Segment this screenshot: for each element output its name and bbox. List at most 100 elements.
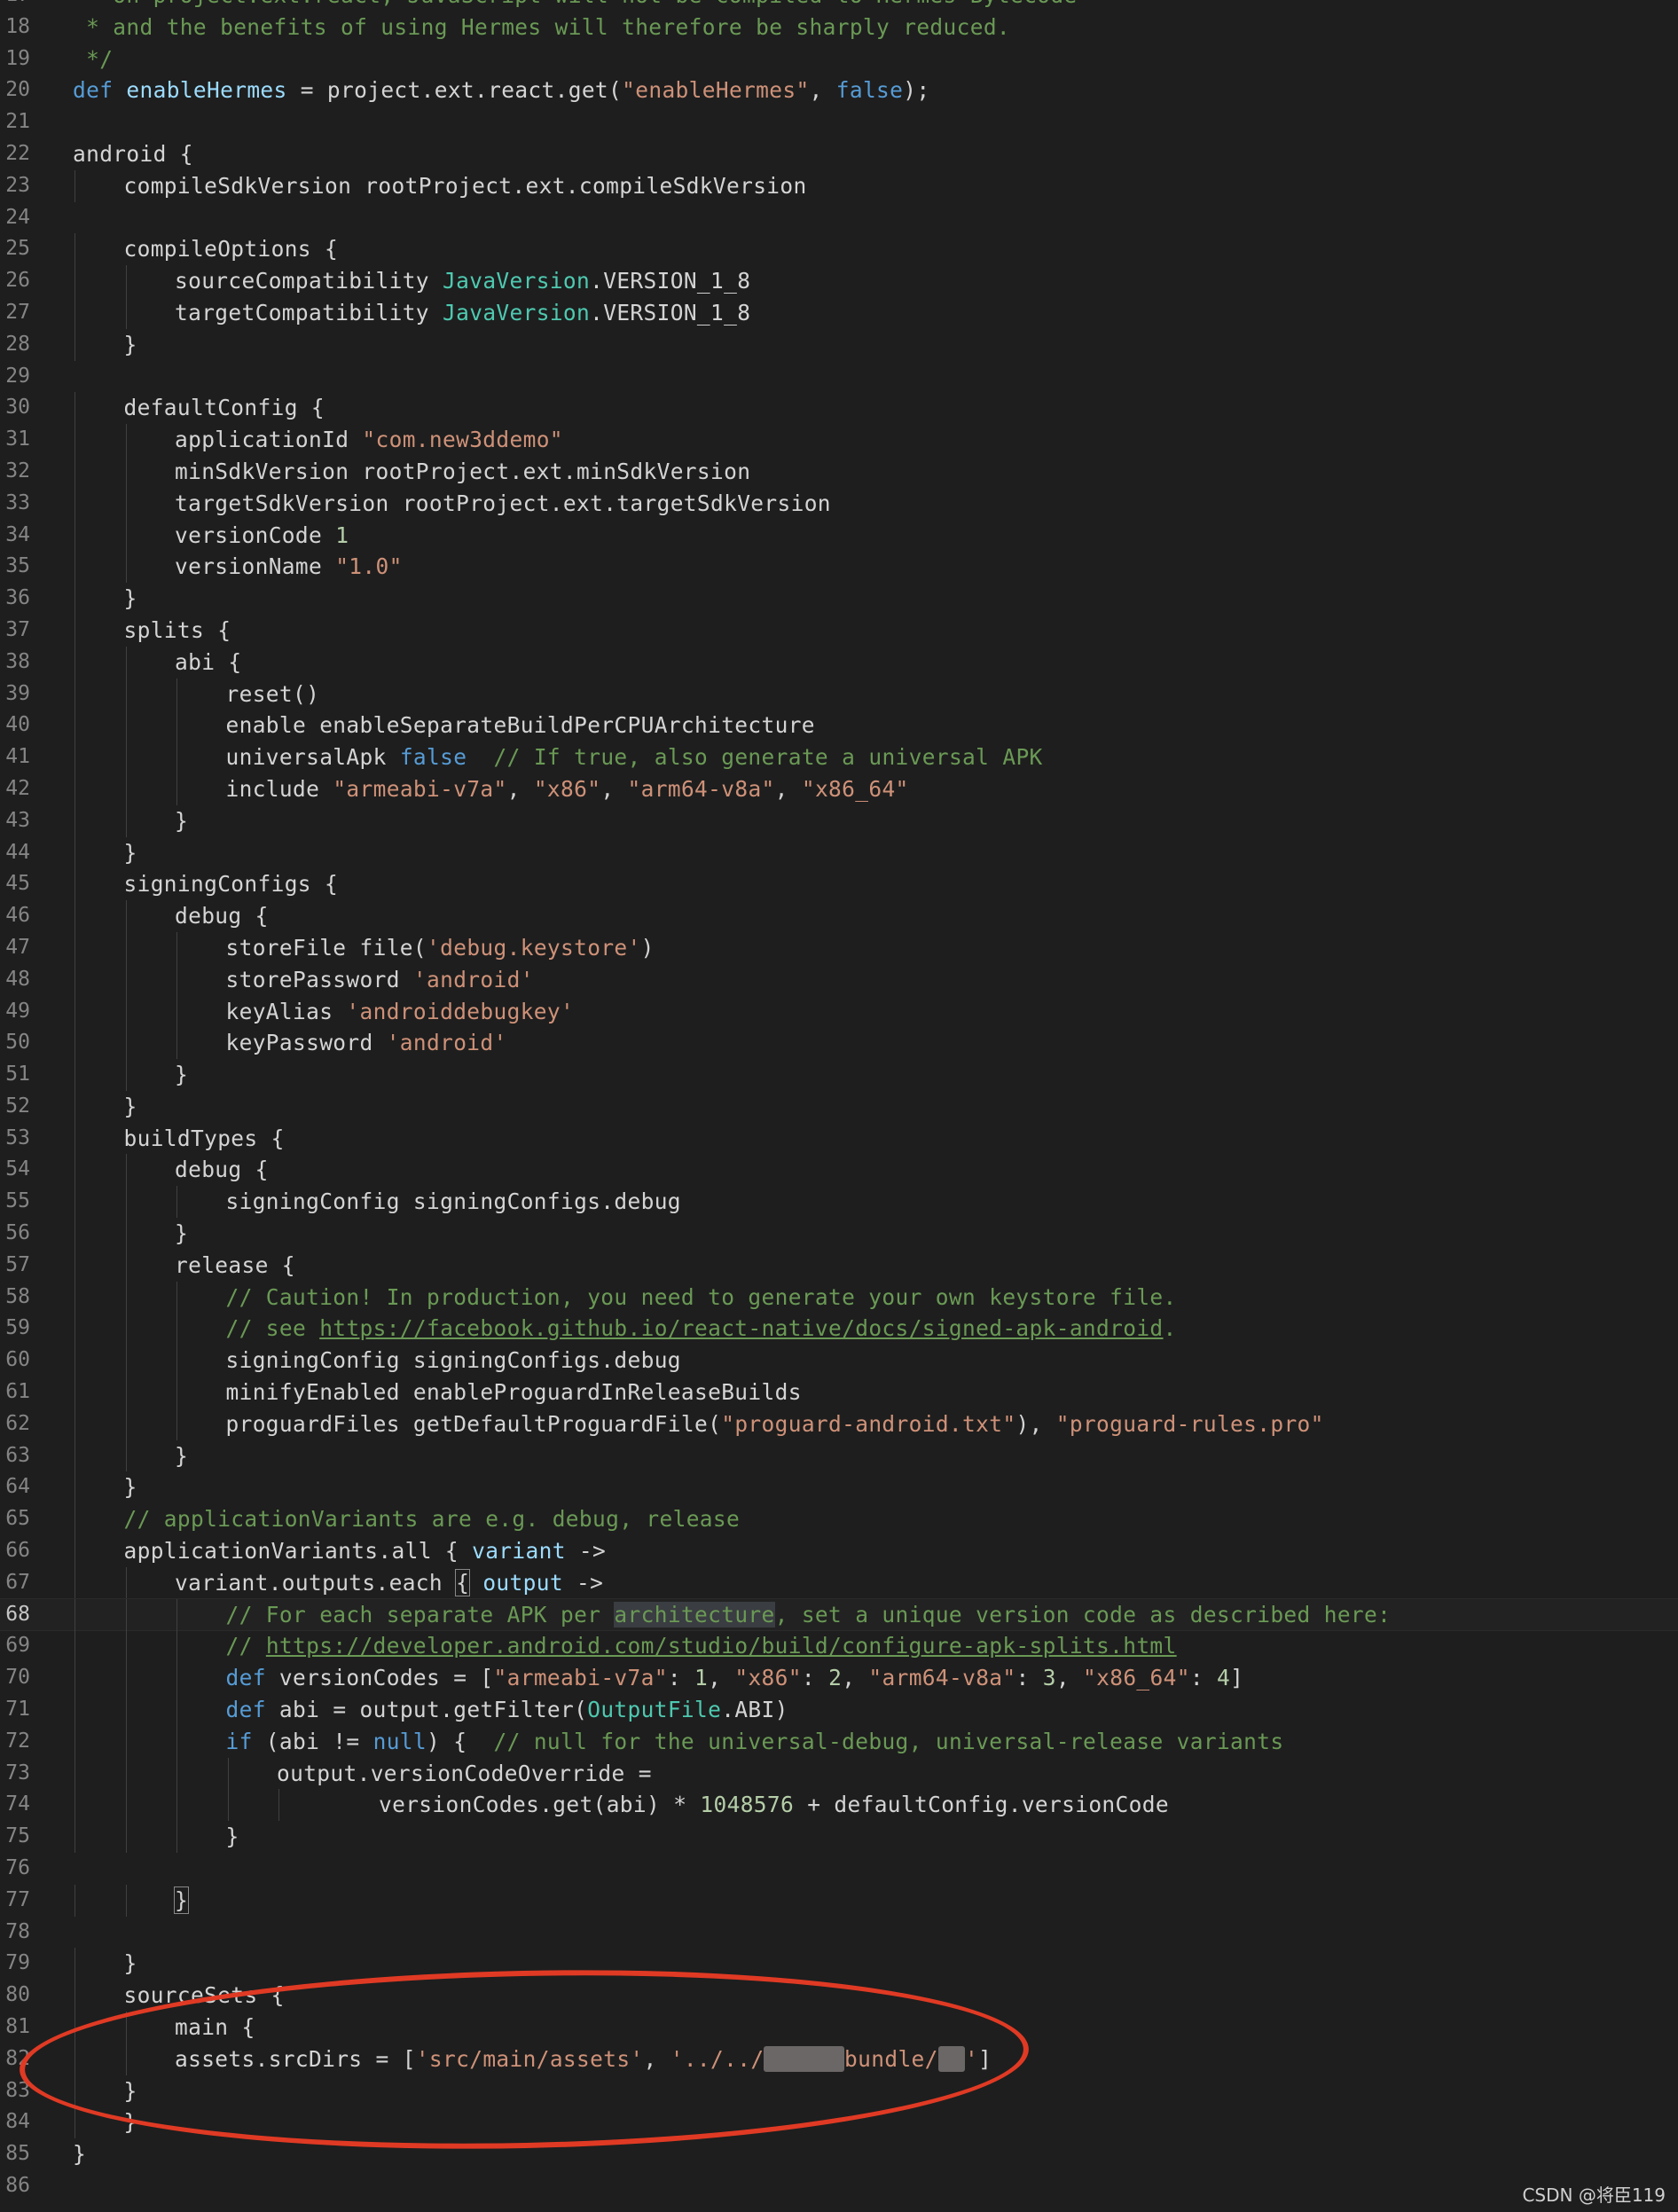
line-number: 70 bbox=[5, 1666, 30, 1690]
code-line[interactable]: 48 storePassword 'android' bbox=[0, 963, 1678, 996]
line-number: 51 bbox=[5, 1063, 30, 1086]
code-line[interactable]: 42 include "armeabi-v7a", "x86", "arm64-v… bbox=[0, 773, 1678, 805]
code-line[interactable]: 44} bbox=[0, 836, 1678, 869]
code-line[interactable]: 86 bbox=[0, 2170, 1678, 2202]
indent-guide bbox=[125, 424, 127, 456]
code-line[interactable]: 81 main { bbox=[0, 2012, 1678, 2043]
code-line[interactable]: 61 minifyEnabled enableProguardInReleaseB… bbox=[0, 1377, 1678, 1408]
code-line[interactable]: 52} bbox=[0, 1090, 1678, 1123]
code-line[interactable]: 73 output.versionCodeOverride = bbox=[0, 1757, 1678, 1790]
code-line[interactable]: 23 compileSdkVersion rootProject.ext.comp… bbox=[0, 169, 1678, 202]
code-token: , bbox=[506, 775, 534, 802]
code-line[interactable]: 65 // applicationVariants are e.g. debug,… bbox=[0, 1503, 1678, 1536]
code-token: https://developer.android.com/studio/bui… bbox=[265, 1633, 1177, 1659]
code-line[interactable]: 64} bbox=[0, 1471, 1678, 1504]
code-line[interactable]: 26 sourceCompatibility JavaVersion.VERSIO… bbox=[0, 265, 1678, 297]
code-line[interactable]: 39 reset() bbox=[0, 678, 1678, 710]
code-line[interactable]: 43} bbox=[0, 804, 1678, 837]
code-line[interactable]: 77} bbox=[0, 1884, 1678, 1917]
code-line[interactable]: 85} bbox=[0, 2138, 1678, 2170]
code-line[interactable]: 75} bbox=[0, 1821, 1678, 1854]
code-line[interactable]: 68 // For each separate APK per architect… bbox=[0, 1597, 1678, 1632]
code-line[interactable]: 17 * on project.ext.react, JavaScript wi… bbox=[0, 0, 1678, 12]
line-number: 38 bbox=[5, 649, 30, 673]
code-line[interactable]: 70 def versionCodes = ["armeabi-v7a": 1, … bbox=[0, 1662, 1678, 1695]
code-token: */ bbox=[73, 45, 114, 72]
code-line[interactable]: 63} bbox=[0, 1439, 1678, 1472]
code-line[interactable]: 25 compileOptions { bbox=[0, 233, 1678, 266]
code-line[interactable]: 28} bbox=[0, 328, 1678, 361]
code-line[interactable]: 49 keyAlias 'androiddebugkey' bbox=[0, 995, 1678, 1028]
code-line[interactable]: 66 applicationVariants.all { variant -> bbox=[0, 1535, 1678, 1567]
code-token: splits { bbox=[123, 616, 231, 643]
code-line[interactable]: 83} bbox=[0, 2075, 1678, 2107]
code-line[interactable]: 36} bbox=[0, 583, 1678, 615]
code-editor[interactable]: 17 * on project.ext.react, JavaScript wi… bbox=[0, 0, 1678, 2202]
code-line[interactable]: 62 proguardFiles getDefaultProguardFile("… bbox=[0, 1408, 1678, 1440]
redacted-text: XXXXXX bbox=[764, 2045, 845, 2072]
code-line[interactable]: 82 assets.srcDirs = ['src/main/assets', '… bbox=[0, 2043, 1678, 2075]
code-line[interactable]: 34 versionCode 1 bbox=[0, 519, 1678, 552]
code-line[interactable]: 69 // https://developer.android.com/studi… bbox=[0, 1630, 1678, 1663]
code-line[interactable]: 24 bbox=[0, 202, 1678, 234]
code-line[interactable]: 53 buildTypes { bbox=[0, 1122, 1678, 1155]
code-line[interactable]: 50 keyPassword 'android' bbox=[0, 1027, 1678, 1060]
indent-guide bbox=[74, 2075, 75, 2107]
code-line[interactable]: 55 signingConfig signingConfigs.debug bbox=[0, 1186, 1678, 1219]
code-line[interactable]: 60 signingConfig signingConfigs.debug bbox=[0, 1345, 1678, 1377]
code-line[interactable]: 74 versionCodes.get(abi) * 1048576 + defa… bbox=[0, 1789, 1678, 1822]
code-line[interactable]: 18 * and the benefits of using Hermes wi… bbox=[0, 12, 1678, 43]
code-line[interactable]: 35 versionName "1.0" bbox=[0, 551, 1678, 584]
code-token: ' bbox=[964, 2045, 979, 2072]
code-token: versionCode bbox=[175, 522, 336, 548]
code-line[interactable]: 58 // Caution! In production, you need to… bbox=[0, 1281, 1678, 1314]
code-text: * and the benefits of using Hermes will … bbox=[73, 12, 1010, 43]
code-line[interactable]: 31 applicationId "com.new3ddemo" bbox=[0, 424, 1678, 456]
line-number: 83 bbox=[5, 2078, 30, 2102]
code-line[interactable]: 46 debug { bbox=[0, 900, 1678, 932]
code-line[interactable]: 29 bbox=[0, 361, 1678, 393]
line-number: 73 bbox=[5, 1761, 30, 1785]
code-line[interactable]: 32 minSdkVersion rootProject.ext.minSdkVe… bbox=[0, 455, 1678, 488]
code-line[interactable]: 78 bbox=[0, 1917, 1678, 1949]
code-line[interactable]: 79} bbox=[0, 1948, 1678, 1981]
code-line[interactable]: 22 android { bbox=[0, 138, 1678, 170]
code-line[interactable]: 27 targetCompatibility JavaVersion.VERSIO… bbox=[0, 296, 1678, 329]
code-token: if bbox=[225, 1728, 253, 1754]
line-number: 60 bbox=[5, 1348, 30, 1372]
code-line[interactable]: 21 bbox=[0, 106, 1678, 138]
code-line[interactable]: 38 abi { bbox=[0, 646, 1678, 679]
code-line[interactable]: 19 */ bbox=[0, 43, 1678, 75]
code-line[interactable]: 51} bbox=[0, 1059, 1678, 1091]
code-line[interactable]: 47 storeFile file('debug.keystore') bbox=[0, 931, 1678, 964]
code-line[interactable]: 76 bbox=[0, 1853, 1678, 1885]
indent-guide bbox=[74, 804, 75, 837]
code-line[interactable]: 67 variant.outputs.each { output -> bbox=[0, 1566, 1678, 1599]
code-text: } bbox=[124, 2075, 137, 2107]
code-text: def versionCodes = ["armeabi-v7a": 1, "x… bbox=[226, 1662, 1244, 1694]
code-line[interactable]: 30 defaultConfig { bbox=[0, 392, 1678, 425]
code-line[interactable]: 56} bbox=[0, 1218, 1678, 1250]
code-line[interactable]: 41 universalApk false // If true, also ge… bbox=[0, 741, 1678, 773]
code-line[interactable]: 80 sourceSets { bbox=[0, 1980, 1678, 2012]
code-line[interactable]: 20 def enableHermes = project.ext.react.g… bbox=[0, 75, 1678, 106]
code-line[interactable]: 40 enable enableSeparateBuildPerCPUArchit… bbox=[0, 710, 1678, 742]
code-line[interactable]: 45 signingConfigs { bbox=[0, 868, 1678, 901]
code-token: -> bbox=[565, 1538, 607, 1565]
code-line[interactable]: 54 debug { bbox=[0, 1154, 1678, 1187]
code-token: storeFile file( bbox=[225, 934, 427, 961]
line-number: 47 bbox=[5, 935, 30, 959]
code-line[interactable]: 33 targetSdkVersion rootProject.ext.targe… bbox=[0, 487, 1678, 520]
line-number: 56 bbox=[5, 1221, 30, 1245]
line-number: 27 bbox=[5, 300, 30, 324]
code-line[interactable]: 72 if (abi != null) { // null for the uni… bbox=[0, 1725, 1678, 1758]
code-line[interactable]: 71 def abi = output.getFilter(OutputFile.… bbox=[0, 1694, 1678, 1726]
code-line[interactable]: 59 // see https://facebook.github.io/reac… bbox=[0, 1313, 1678, 1345]
line-number: 42 bbox=[5, 776, 30, 800]
indent-guide bbox=[176, 1186, 177, 1219]
line-number: 79 bbox=[5, 1951, 30, 1975]
code-line[interactable]: 84} bbox=[0, 2106, 1678, 2139]
code-line[interactable]: 37 splits { bbox=[0, 614, 1678, 647]
code-line[interactable]: 57 release { bbox=[0, 1249, 1678, 1282]
